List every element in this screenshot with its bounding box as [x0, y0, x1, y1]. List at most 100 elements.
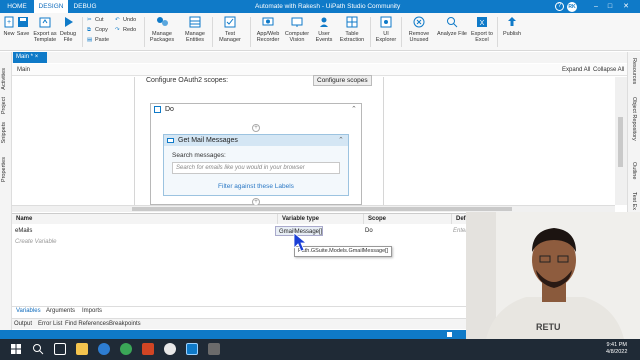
- task-view-icon[interactable]: [54, 343, 66, 355]
- computer-vision-button[interactable]: Computer Vision: [284, 15, 310, 43]
- export-template-button[interactable]: Export as Template: [31, 15, 59, 43]
- tab-breakpoints[interactable]: Breakpoints: [109, 321, 141, 327]
- uipath-studio-icon[interactable]: [186, 343, 198, 355]
- taskbar-clock[interactable]: 9:41 PM 4/8/2022: [606, 342, 627, 356]
- column-header-scope[interactable]: Scope: [364, 214, 452, 224]
- test-manager-label: Test Manager: [219, 31, 241, 43]
- close-icon[interactable]: ✕: [620, 0, 632, 13]
- status-icon[interactable]: [447, 332, 452, 337]
- app-web-recorder-button[interactable]: App/Web Recorder: [254, 15, 282, 43]
- svg-text:RETU: RETU: [536, 322, 561, 332]
- close-tab-icon[interactable]: ×: [35, 54, 39, 60]
- collapse-all-button[interactable]: Collapse All: [593, 64, 624, 76]
- tab-home[interactable]: HOME: [0, 0, 34, 13]
- webcam-overlay: RETU: [466, 212, 640, 339]
- panel-outline[interactable]: Outline: [631, 162, 637, 179]
- do-title: Do: [165, 106, 174, 113]
- search-messages-label: Search messages:: [172, 152, 226, 159]
- horizontal-scrollbar[interactable]: [12, 205, 615, 212]
- activity-title: Get Mail Messages: [178, 137, 238, 144]
- panel-activities[interactable]: Activities: [1, 68, 7, 90]
- debug-file-button[interactable]: Debug File: [58, 15, 78, 43]
- app-icon[interactable]: [208, 343, 220, 355]
- cut-button[interactable]: ✂ Cut: [87, 16, 104, 24]
- scrollbar-thumb[interactable]: [618, 117, 623, 167]
- tab-error-list[interactable]: Error List: [38, 321, 62, 327]
- upload-icon: [505, 15, 519, 29]
- office-icon[interactable]: [142, 343, 154, 355]
- panel-snippets[interactable]: Snippets: [1, 122, 7, 143]
- copy-button[interactable]: ⧉ Copy: [87, 26, 108, 34]
- tab-arguments[interactable]: Arguments: [46, 308, 75, 314]
- panel-object-repository[interactable]: Object Repository: [631, 97, 637, 141]
- panel-properties[interactable]: Properties: [1, 157, 7, 182]
- tab-main-document[interactable]: Main * ×: [13, 52, 47, 63]
- document-tab-bar: Main * ×: [0, 52, 640, 63]
- edge-browser-icon[interactable]: [98, 343, 110, 355]
- new-button[interactable]: + New: [2, 15, 16, 37]
- svg-text:X: X: [480, 20, 485, 27]
- tab-variables[interactable]: Variables: [16, 308, 41, 314]
- create-variable-row[interactable]: Create Variable: [12, 237, 56, 247]
- redo-button[interactable]: ↷ Redo: [115, 26, 136, 34]
- expand-all-button[interactable]: Expand All: [562, 64, 590, 76]
- panel-project[interactable]: Project: [1, 97, 7, 114]
- tab-imports[interactable]: Imports: [82, 308, 102, 314]
- panel-resources[interactable]: Resources: [631, 58, 637, 84]
- chrome-icon[interactable]: [120, 343, 132, 355]
- tab-find-references[interactable]: Find References: [65, 321, 109, 327]
- breadcrumb-main[interactable]: Main: [17, 64, 30, 76]
- maximize-icon[interactable]: □: [604, 0, 616, 13]
- manage-entities-button[interactable]: Manage Entities: [181, 15, 209, 43]
- paste-button[interactable]: ▤ Paste: [87, 36, 109, 44]
- tab-output[interactable]: Output: [14, 321, 32, 327]
- publish-button[interactable]: Publish: [500, 15, 524, 37]
- get-mail-messages-activity[interactable]: Get Mail Messages ⌃ Search messages: Sea…: [163, 134, 349, 196]
- ui-explorer-button[interactable]: UI Explorer: [374, 15, 398, 43]
- table-extraction-button[interactable]: Table Extraction: [338, 15, 366, 43]
- variable-scope-cell[interactable]: Do: [362, 226, 373, 236]
- user-events-button[interactable]: User Events: [311, 15, 337, 43]
- add-activity-icon[interactable]: +: [252, 124, 260, 132]
- avatar[interactable]: RK: [567, 2, 577, 12]
- chrome-profile-icon[interactable]: [164, 343, 176, 355]
- manage-packages-button[interactable]: Manage Packages: [148, 15, 176, 43]
- tab-design[interactable]: DESIGN: [34, 0, 68, 13]
- collapse-icon[interactable]: ⌃: [351, 104, 357, 115]
- minimize-icon[interactable]: –: [590, 0, 602, 13]
- save-button[interactable]: Save: [16, 15, 30, 37]
- column-header-name[interactable]: Name: [12, 214, 278, 224]
- redo-icon: ↷: [115, 27, 120, 33]
- clock-date: 4/8/2022: [606, 349, 628, 355]
- filter-labels-link[interactable]: Filter against these Labels: [164, 183, 348, 190]
- tab-debug[interactable]: DEBUG: [68, 0, 102, 13]
- paste-icon: ▤: [87, 37, 93, 43]
- scrollbar-thumb[interactable]: [132, 207, 512, 211]
- search-messages-input[interactable]: Search for emails like you would in your…: [172, 162, 340, 174]
- collapse-icon[interactable]: ⌃: [338, 135, 344, 146]
- analyze-file-label: Analyze File: [437, 31, 467, 37]
- search-icon[interactable]: [32, 343, 44, 355]
- help-icon[interactable]: ?: [555, 2, 564, 11]
- test-manager-button[interactable]: Test Manager: [215, 15, 245, 43]
- vertical-scrollbar[interactable]: [615, 77, 627, 205]
- designer-canvas[interactable]: Configure OAuth2 scopes: Configure scope…: [12, 75, 615, 206]
- configure-scopes-button[interactable]: Configure scopes: [313, 75, 372, 86]
- windows-start-icon[interactable]: [10, 343, 22, 355]
- variable-name-cell[interactable]: eMails: [12, 226, 32, 236]
- analyze-file-button[interactable]: Analyze File: [437, 15, 467, 37]
- remove-unused-button[interactable]: Remove Unused: [404, 15, 434, 43]
- export-excel-button[interactable]: X Export to Excel: [469, 15, 495, 43]
- table-extraction-label: Table Extraction: [339, 31, 365, 43]
- file-explorer-icon[interactable]: [76, 343, 88, 355]
- activity-header: Get Mail Messages ⌃: [164, 135, 348, 146]
- panel-test-explorer[interactable]: Test Ex: [631, 192, 637, 210]
- ribbon-divider: [144, 17, 145, 47]
- column-header-type[interactable]: Variable type: [278, 214, 364, 224]
- window-title: Automate with Rakesh - UiPath Studio Com…: [255, 3, 401, 10]
- variables-tab-strip: Variables Arguments Imports: [12, 306, 466, 316]
- ribbon-divider: [82, 17, 83, 47]
- variable-default-cell[interactable]: Enter: [450, 226, 467, 236]
- clock-time: 9:41 PM: [606, 342, 627, 348]
- undo-button[interactable]: ↶ Undo: [115, 16, 136, 24]
